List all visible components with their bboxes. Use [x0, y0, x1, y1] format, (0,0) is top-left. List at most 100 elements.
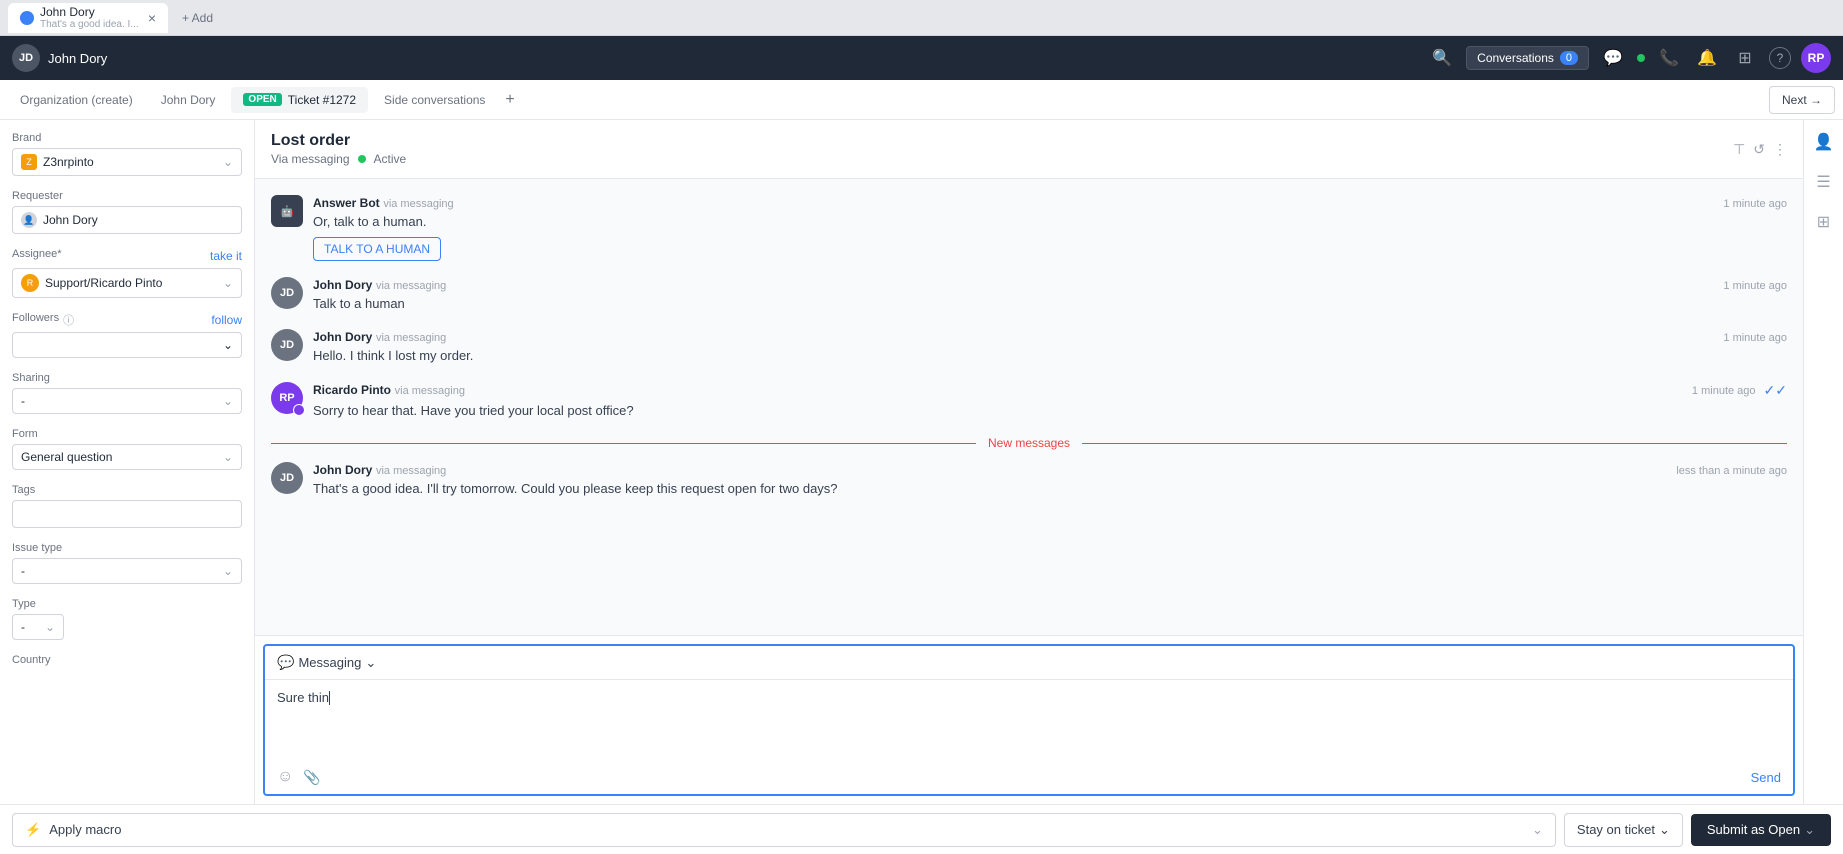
ticket-header: Lost order Via messaging Active ⊤ ↺ ⋮ [255, 120, 1803, 179]
type-section: Type - ⌄ [12, 598, 242, 640]
message-group-jd1: JD John Dory via messaging 1 minute ago … [271, 277, 1787, 313]
user-avatar[interactable]: RP [1801, 43, 1831, 73]
requester-input[interactable]: 👤 John Dory [12, 206, 242, 234]
brand-section: Brand Z Z3nrpinto ⌄ [12, 132, 242, 176]
issue-type-chevron-icon: ⌄ [223, 564, 233, 578]
status-dot [1637, 54, 1645, 62]
apps-icon[interactable]: ⊞ [1810, 208, 1838, 236]
jd-avatar-2: JD [271, 329, 303, 361]
followers-section: Followers ⓘ follow ⌄ [12, 312, 242, 358]
new-avatar: JD [271, 462, 303, 494]
main-content: Lost order Via messaging Active ⊤ ↺ ⋮ [255, 120, 1803, 804]
tab-user-info: John Dory [48, 51, 107, 66]
person-icon[interactable]: 👤 [1810, 128, 1838, 156]
bot-sender-row: Answer Bot via messaging [313, 195, 454, 210]
tab-side-conversations[interactable]: Side conversations [372, 87, 497, 113]
reply-area: 💬 Messaging ⌄ Sure thin ☺ 📎 Send [255, 635, 1803, 804]
bell-icon[interactable]: 🔔 [1693, 44, 1721, 72]
message-row-new: JD John Dory via messaging less than a m… [271, 462, 1787, 498]
send-button[interactable]: Send [1751, 770, 1781, 785]
conversations-button[interactable]: Conversations 0 [1466, 46, 1589, 70]
tags-section: Tags [12, 484, 242, 528]
history-icon[interactable]: ↺ [1753, 141, 1765, 158]
tab-close-button[interactable]: × [148, 10, 156, 26]
country-label: Country [12, 654, 242, 666]
followers-info-icon[interactable]: ⓘ [63, 312, 74, 328]
message-row-jd1: JD John Dory via messaging 1 minute ago … [271, 277, 1787, 313]
new-sender: John Dory [313, 463, 372, 477]
sidebar: Brand Z Z3nrpinto ⌄ Requester 👤 John Dor… [0, 120, 255, 804]
new-time: less than a minute ago [1676, 465, 1787, 477]
type-select[interactable]: - ⌄ [12, 614, 64, 640]
submit-button[interactable]: Submit as Open ⌄ [1691, 814, 1831, 846]
brand-value: Z3nrpinto [43, 155, 94, 169]
open-badge: OPEN [243, 93, 281, 106]
more-icon[interactable]: ⋮ [1773, 141, 1787, 158]
issue-type-select[interactable]: - ⌄ [12, 558, 242, 584]
tags-input[interactable] [12, 500, 242, 528]
jd-message-header-1: John Dory via messaging 1 minute ago [313, 277, 1787, 292]
grid-icon[interactable]: ⊞ [1731, 44, 1759, 72]
tab-user-label: John Dory [161, 93, 216, 107]
chat-icon[interactable]: 💬 [1599, 44, 1627, 72]
reply-toolbar: 💬 Messaging ⌄ [265, 646, 1793, 680]
assignee-select[interactable]: R Support/Ricardo Pinto ⌄ [12, 268, 242, 298]
sharing-select[interactable]: - ⌄ [12, 388, 242, 414]
bot-via: via messaging [383, 198, 453, 210]
list-icon[interactable]: ☰ [1810, 168, 1838, 196]
messaging-mode-button[interactable]: 💬 Messaging ⌄ [277, 654, 376, 671]
check-icon: ✓✓ [1764, 382, 1787, 399]
bot-avatar: 🤖 [271, 195, 303, 227]
bottom-right: Stay on ticket ⌄ Submit as Open ⌄ [1564, 813, 1831, 847]
rp-sender-row: Ricardo Pinto via messaging [313, 382, 465, 397]
jd-message-content-1: John Dory via messaging 1 minute ago Tal… [313, 277, 1787, 313]
bot-text: Or, talk to a human. [313, 213, 1787, 231]
tab-side-label: Side conversations [384, 93, 485, 107]
followers-row: ⌄ [12, 332, 242, 358]
submit-label: Submit as Open [1707, 822, 1800, 837]
divider-line-left [271, 443, 976, 444]
stay-on-ticket-button[interactable]: Stay on ticket ⌄ [1564, 813, 1683, 847]
new-message-header: John Dory via messaging less than a minu… [313, 462, 1787, 477]
tab-user[interactable]: John Dory [149, 87, 228, 113]
tab-bar: John Dory That's a good idea. I... × + A… [0, 0, 1843, 36]
form-select[interactable]: General question ⌄ [12, 444, 242, 470]
tab-organization[interactable]: Organization (create) [8, 87, 145, 113]
filter-icon[interactable]: ⊤ [1733, 141, 1745, 158]
active-tab[interactable]: John Dory That's a good idea. I... × [8, 3, 168, 33]
add-tab-button[interactable]: + [505, 91, 514, 109]
conversations-badge: 0 [1560, 51, 1578, 65]
help-icon[interactable]: ? [1769, 47, 1791, 69]
talk-to-human-button[interactable]: TALK TO A HUMAN [313, 237, 441, 261]
phone-icon[interactable]: 📞 [1655, 44, 1683, 72]
message-row-jd2: JD John Dory via messaging 1 minute ago … [271, 329, 1787, 365]
next-button[interactable]: Next → [1769, 86, 1835, 114]
new-via: via messaging [376, 465, 446, 477]
brand-select[interactable]: Z Z3nrpinto ⌄ [12, 148, 242, 176]
assignee-label: Assignee* [12, 248, 62, 260]
jd-time-1: 1 minute ago [1723, 280, 1787, 292]
ticket-status: Active [374, 152, 407, 166]
follow-link[interactable]: follow [211, 313, 242, 327]
messaging-label: Messaging [298, 655, 361, 670]
new-tab-button[interactable]: + Add [172, 3, 223, 33]
ticket-via: Via messaging [271, 152, 350, 166]
bottom-bar: ⚡ Apply macro ⌄ Stay on ticket ⌄ Submit … [0, 804, 1843, 854]
assignee-header: Assignee* take it [12, 248, 242, 264]
emoji-icon[interactable]: ☺ [277, 768, 293, 786]
jd-sender-row-1: John Dory via messaging [313, 277, 446, 292]
take-it-link[interactable]: take it [210, 249, 242, 263]
type-value: - [21, 620, 25, 634]
tab-ticket-label: Ticket #1272 [288, 93, 356, 107]
tab-ticket[interactable]: OPEN Ticket #1272 [231, 87, 368, 113]
messaging-chevron-icon: ⌄ [365, 655, 376, 671]
jd-sender-row-2: John Dory via messaging [313, 329, 446, 344]
followers-header: Followers ⓘ follow [12, 312, 242, 328]
requester-label: Requester [12, 190, 242, 202]
attach-icon[interactable]: 📎 [303, 769, 320, 786]
jd-sender-2: John Dory [313, 330, 372, 344]
reply-input[interactable]: Sure thin [265, 680, 1793, 760]
form-label: Form [12, 428, 242, 440]
search-icon[interactable]: 🔍 [1428, 44, 1456, 72]
apply-macro-button[interactable]: ⚡ Apply macro ⌄ [12, 813, 1556, 847]
